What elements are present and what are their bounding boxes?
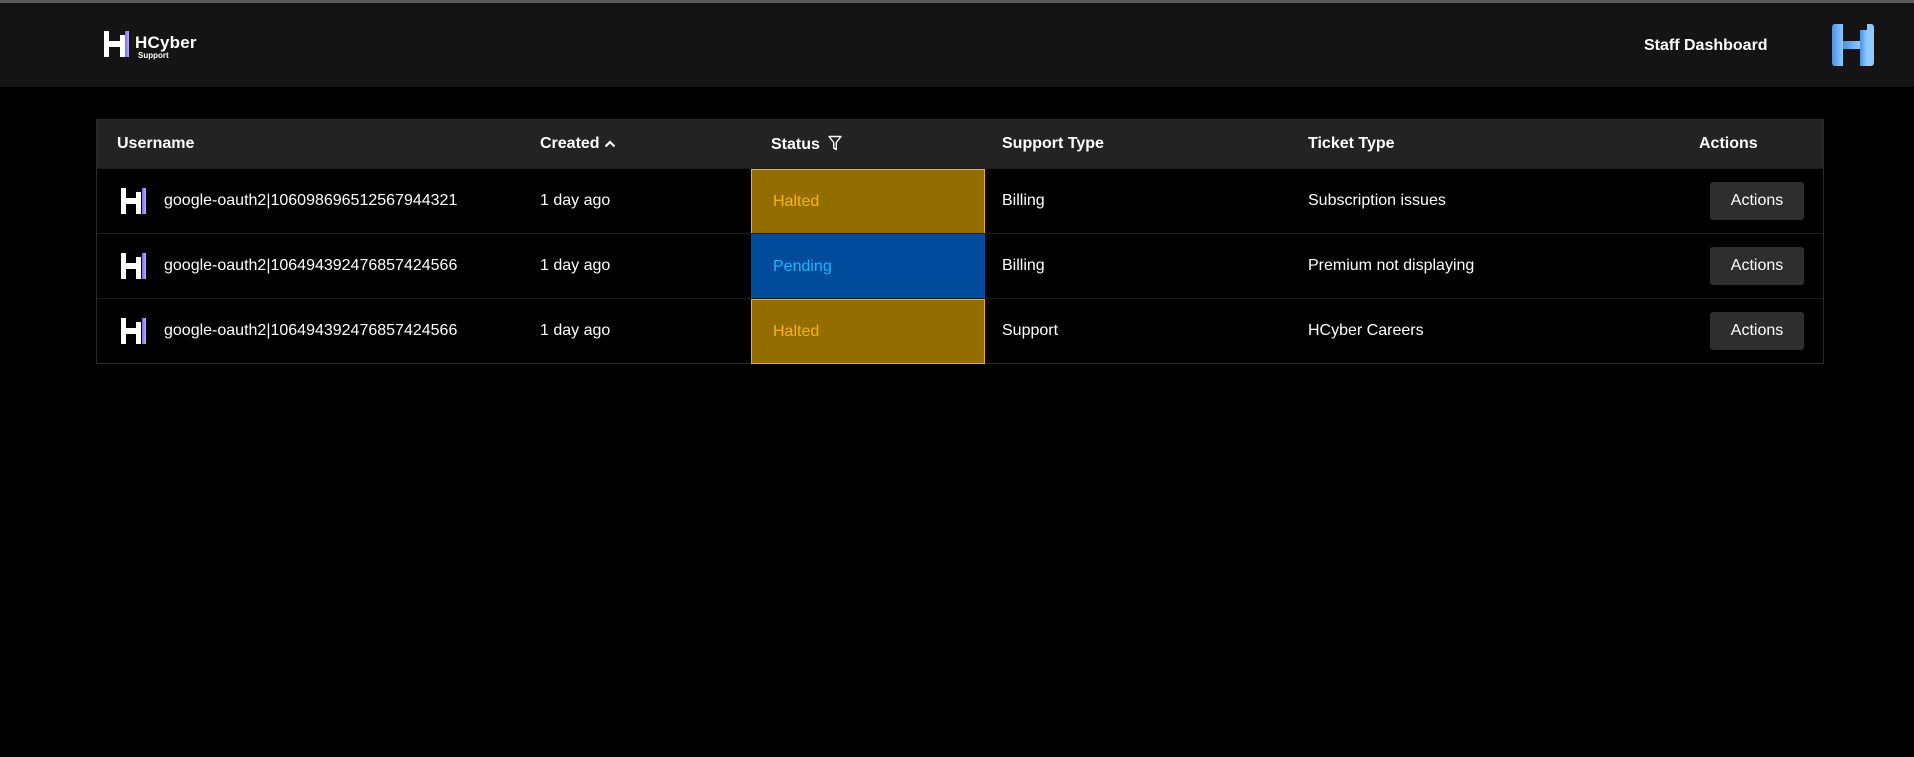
column-header-status[interactable]: Status — [771, 135, 842, 154]
username-text: google-oauth2|106098696512567944321 — [164, 192, 458, 209]
status-badge-halted: Halted — [751, 169, 985, 234]
tickets-table: Username Created Status Support Type Tic… — [96, 119, 1824, 364]
created-cell: 1 day ago — [540, 257, 611, 274]
ticket-type-cell: Subscription issues — [1308, 192, 1446, 209]
brand-subtitle: Support — [138, 50, 169, 60]
profile-avatar[interactable] — [1831, 22, 1875, 73]
actions-button[interactable]: Actions — [1710, 247, 1804, 285]
brand-logo[interactable]: HCyber Support — [103, 29, 197, 64]
staff-dashboard-link[interactable]: Staff Dashboard — [1644, 37, 1768, 55]
username-text: google-oauth2|106494392476857424566 — [164, 257, 458, 274]
column-header-actions: Actions — [1699, 135, 1758, 152]
table-row[interactable]: google-oauth2|106494392476857424566 1 da… — [97, 298, 1823, 364]
user-avatar-icon — [121, 187, 147, 215]
status-badge-pending: Pending — [751, 234, 985, 299]
username-cell: google-oauth2|106494392476857424566 — [121, 234, 457, 298]
table-row[interactable]: google-oauth2|106098696512567944321 1 da… — [97, 168, 1823, 234]
filter-icon[interactable] — [828, 135, 842, 151]
created-cell: 1 day ago — [540, 322, 611, 339]
created-cell: 1 day ago — [540, 192, 611, 209]
user-avatar-icon — [121, 252, 147, 280]
top-navbar: HCyber Support Staff Dashboard — [0, 3, 1914, 87]
column-header-support-type[interactable]: Support Type — [1002, 135, 1104, 153]
status-badge-halted: Halted — [751, 299, 985, 364]
column-header-created[interactable]: Created — [540, 135, 616, 153]
support-type-cell: Billing — [1002, 257, 1045, 274]
support-type-cell: Support — [1002, 322, 1059, 339]
username-cell: google-oauth2|106098696512567944321 — [121, 169, 457, 233]
username-text: google-oauth2|106494392476857424566 — [164, 322, 458, 339]
support-type-cell: Billing — [1002, 192, 1045, 209]
table-row[interactable]: google-oauth2|106494392476857424566 1 da… — [97, 233, 1823, 299]
chevron-up-icon[interactable] — [604, 139, 616, 149]
ticket-type-cell: HCyber Careers — [1308, 322, 1424, 339]
ticket-type-cell: Premium not displaying — [1308, 257, 1475, 274]
column-header-username[interactable]: Username — [117, 135, 194, 153]
user-avatar-icon — [121, 317, 147, 345]
brand-name: HCyber — [135, 32, 197, 52]
username-cell: google-oauth2|106494392476857424566 — [121, 299, 457, 363]
actions-button[interactable]: Actions — [1710, 312, 1804, 350]
table-header: Username Created Status Support Type Tic… — [97, 120, 1823, 168]
hcyber-avatar-icon — [1832, 24, 1874, 66]
actions-button[interactable]: Actions — [1710, 182, 1804, 220]
hcyber-logo-icon — [103, 29, 131, 64]
column-header-ticket-type[interactable]: Ticket Type — [1308, 135, 1395, 153]
